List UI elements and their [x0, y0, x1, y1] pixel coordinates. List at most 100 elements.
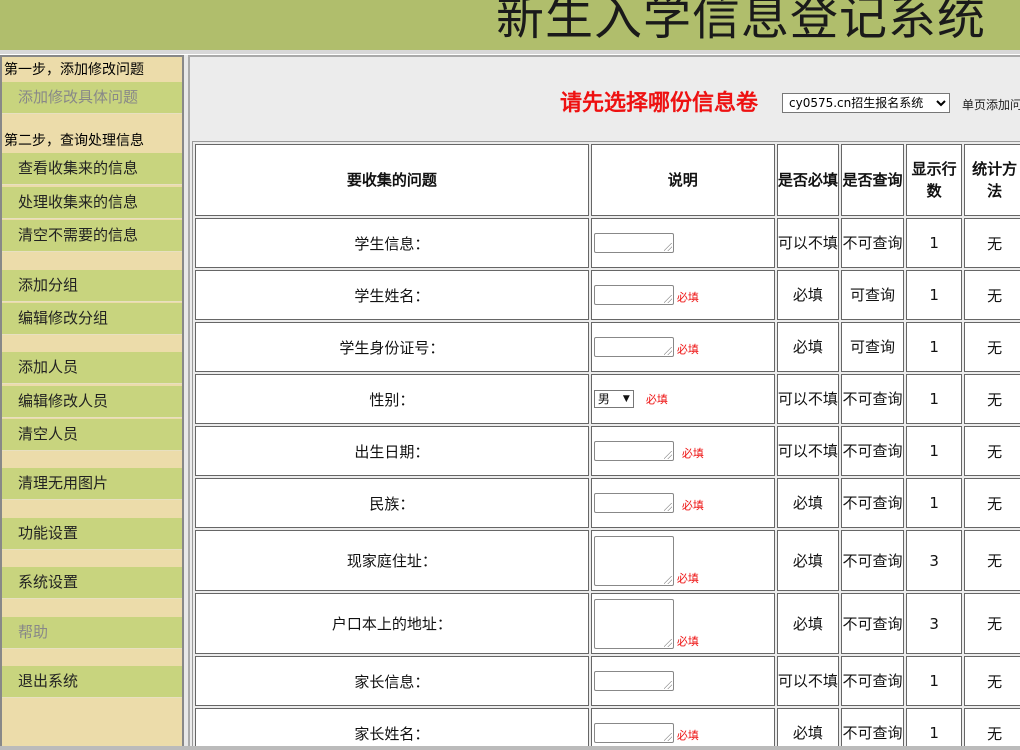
required-mark: 必填 — [676, 343, 699, 356]
query-cell: 不可查询 — [841, 426, 904, 476]
query-cell: 不可查询 — [841, 593, 904, 654]
sidebar-item-clean-images[interactable]: 清理无用图片 — [2, 468, 182, 500]
sidebar-item-add-group[interactable]: 添加分组 — [2, 270, 182, 302]
table-row: 出生日期： 必填 可以不填 不可查询 1 无 — [195, 426, 1020, 476]
stat-cell: 无 — [964, 270, 1020, 320]
desc-textarea[interactable] — [593, 493, 674, 513]
table-row: 学生姓名： 必填 必填 可查询 1 无 — [195, 270, 1020, 320]
sidebar-item-help[interactable]: 帮助 — [2, 617, 182, 649]
desc-cell — [590, 218, 775, 268]
header-divider — [0, 50, 1020, 54]
col-question-header: 要收集的问题 — [195, 144, 589, 216]
select-form-prompt: 请先选择哪份信息卷 — [560, 91, 759, 116]
sidebar: 第一步，添加修改问题 添加修改具体问题 第二步，查询处理信息 查看收集来的信息 … — [0, 55, 184, 750]
form-selector-row: 请先选择哪份信息卷 cy0575.cn招生报名系统 单页添加问 — [190, 57, 1020, 143]
required-cell: 可以不填 — [776, 426, 840, 476]
sidebar-item-clear-person[interactable]: 清空人员 — [2, 419, 182, 451]
table-header-row: 要收集的问题 说明 是否必填 是否查询 显示行数 统计方法 — [195, 144, 1020, 216]
query-cell: 不可查询 — [841, 656, 904, 706]
required-mark: 必填 — [681, 499, 704, 512]
required-mark: 必填 — [676, 634, 699, 648]
required-cell: 必填 — [776, 530, 840, 591]
questions-table: 要收集的问题 说明 是否必填 是否查询 显示行数 统计方法 学生信息： 可以不填… — [192, 141, 1020, 750]
query-cell: 不可查询 — [841, 374, 904, 424]
stat-cell: 无 — [964, 426, 1020, 476]
stat-cell: 无 — [964, 478, 1020, 528]
table-row: 家长信息： 可以不填 不可查询 1 无 — [195, 656, 1020, 706]
required-mark: 必填 — [676, 291, 699, 304]
col-stat-header: 统计方法 — [964, 144, 1020, 216]
sidebar-item-system-settings[interactable]: 系统设置 — [2, 567, 182, 599]
desc-textarea[interactable] — [593, 285, 674, 305]
required-cell: 可以不填 — [776, 374, 840, 424]
table-row: 现家庭住址： 必填 必填 不可查询 3 无 — [195, 530, 1020, 591]
required-cell: 可以不填 — [776, 656, 840, 706]
sidebar-item-view-info[interactable]: 查看收集来的信息 — [2, 153, 182, 185]
single-page-add-link[interactable]: 单页添加问 — [962, 96, 1020, 113]
form-select[interactable]: cy0575.cn招生报名系统 — [782, 93, 950, 113]
question-cell: 家长信息： — [195, 656, 589, 706]
col-required-header: 是否必填 — [776, 144, 840, 216]
stat-cell: 无 — [964, 593, 1020, 654]
desc-textarea[interactable] — [593, 337, 674, 357]
desc-textarea[interactable] — [593, 598, 674, 649]
query-cell: 不可查询 — [841, 218, 904, 268]
sidebar-item-logout[interactable]: 退出系统 — [2, 666, 182, 698]
required-cell: 必填 — [776, 270, 840, 320]
stat-cell: 无 — [964, 708, 1020, 750]
query-cell: 不可查询 — [841, 478, 904, 528]
sidebar-item-process-info[interactable]: 处理收集来的信息 — [2, 187, 182, 219]
sex-select[interactable]: 男 ▼ — [593, 390, 634, 409]
required-cell: 必填 — [776, 322, 840, 372]
required-mark: 必填 — [681, 447, 704, 460]
question-cell: 现家庭住址： — [195, 530, 589, 591]
table-row: 家长姓名： 必填 必填 不可查询 1 无 — [195, 708, 1020, 750]
desc-textarea[interactable] — [593, 671, 674, 691]
lines-cell: 1 — [905, 478, 963, 528]
sidebar-item-clear-info[interactable]: 清空不需要的信息 — [2, 220, 182, 252]
table-row: 户口本上的地址： 必填 必填 不可查询 3 无 — [195, 593, 1020, 654]
lines-cell: 1 — [905, 426, 963, 476]
table-row: 民族： 必填 必填 不可查询 1 无 — [195, 478, 1020, 528]
desc-textarea[interactable] — [593, 233, 674, 253]
table-row: 性别： 男 ▼ 必填 可以不填 不可查询 1 无 — [195, 374, 1020, 424]
required-cell: 必填 — [776, 478, 840, 528]
desc-cell: 必填 — [590, 322, 775, 372]
sidebar-item-function-settings[interactable]: 功能设置 — [2, 518, 182, 550]
stat-cell: 无 — [964, 656, 1020, 706]
desc-textarea[interactable] — [593, 723, 674, 743]
desc-textarea[interactable] — [593, 535, 674, 586]
desc-cell: 男 ▼ 必填 — [590, 374, 775, 424]
question-cell: 学生身份证号： — [195, 322, 589, 372]
table-row: 学生信息： 可以不填 不可查询 1 无 — [195, 218, 1020, 268]
required-mark: 必填 — [676, 571, 699, 585]
sidebar-item-edit-group[interactable]: 编辑修改分组 — [2, 303, 182, 335]
required-cell: 可以不填 — [776, 218, 840, 268]
query-cell: 可查询 — [841, 322, 904, 372]
stat-cell: 无 — [964, 374, 1020, 424]
question-cell: 学生姓名： — [195, 270, 589, 320]
query-cell: 不可查询 — [841, 708, 904, 750]
lines-cell: 1 — [905, 656, 963, 706]
sidebar-item-add-edit-questions[interactable]: 添加修改具体问题 — [2, 82, 182, 114]
sidebar-item-edit-person[interactable]: 编辑修改人员 — [2, 386, 182, 418]
desc-cell: 必填 — [590, 478, 775, 528]
question-cell: 学生信息： — [195, 218, 589, 268]
lines-cell: 3 — [905, 530, 963, 591]
required-cell: 必填 — [776, 593, 840, 654]
desc-cell: 必填 — [590, 708, 775, 750]
sidebar-item-add-person[interactable]: 添加人员 — [2, 352, 182, 384]
col-desc-header: 说明 — [590, 144, 775, 216]
stat-cell: 无 — [964, 322, 1020, 372]
desc-cell: 必填 — [590, 593, 775, 654]
lines-cell: 1 — [905, 218, 963, 268]
query-cell: 可查询 — [841, 270, 904, 320]
page-title: 新生入学信息登记系统 — [495, 0, 986, 46]
lines-cell: 1 — [905, 374, 963, 424]
question-cell: 民族： — [195, 478, 589, 528]
question-cell: 家长姓名： — [195, 708, 589, 750]
desc-textarea[interactable] — [593, 441, 674, 461]
required-mark: 必填 — [676, 729, 699, 742]
sidebar-step2-heading: 第二步，查询处理信息 — [4, 133, 144, 149]
lines-cell: 1 — [905, 270, 963, 320]
